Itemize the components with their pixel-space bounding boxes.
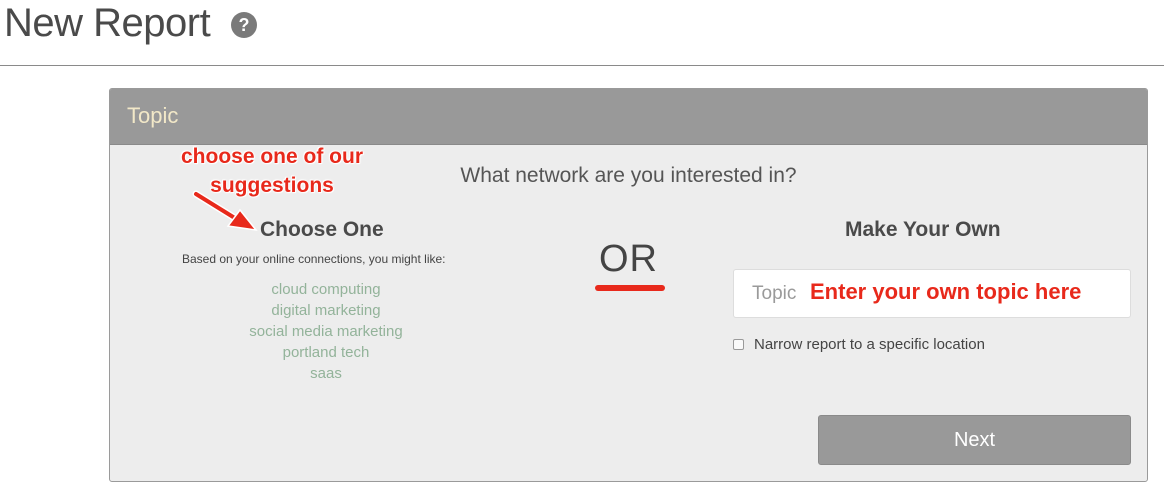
annotation-topic: Enter your own topic here bbox=[810, 279, 1082, 304]
panel-title: Topic bbox=[127, 103, 179, 128]
make-your-own-heading: Make Your Own bbox=[845, 218, 1001, 241]
suggestion-link[interactable]: cloud computing bbox=[226, 279, 426, 300]
panel-header: Topic bbox=[110, 89, 1147, 145]
title-divider bbox=[0, 65, 1164, 66]
page-title: New Report bbox=[4, 1, 211, 45]
suggestion-link[interactable]: social media marketing bbox=[226, 321, 426, 342]
suggestion-link[interactable]: portland tech bbox=[226, 342, 426, 363]
suggestions-subtext: Based on your online connections, you mi… bbox=[182, 252, 446, 266]
narrow-location-label[interactable]: Narrow report to a specific location bbox=[754, 336, 985, 353]
narrow-location-checkbox[interactable] bbox=[733, 339, 744, 350]
choose-one-heading: Choose One bbox=[260, 218, 384, 241]
next-button[interactable]: Next bbox=[818, 415, 1131, 465]
suggestion-link[interactable]: saas bbox=[226, 363, 426, 384]
suggestion-list: cloud computing digital marketing social… bbox=[226, 279, 426, 384]
new-report-page: New Report ? Topic What network are you … bbox=[0, 0, 1164, 502]
suggestion-link[interactable]: digital marketing bbox=[226, 300, 426, 321]
question-circle-icon[interactable]: ? bbox=[231, 12, 257, 38]
or-underline-mark bbox=[595, 285, 665, 291]
or-divider-text: OR bbox=[599, 238, 658, 280]
narrow-location-option[interactable]: Narrow report to a specific location bbox=[733, 336, 985, 353]
red-arrow-icon bbox=[192, 190, 258, 232]
